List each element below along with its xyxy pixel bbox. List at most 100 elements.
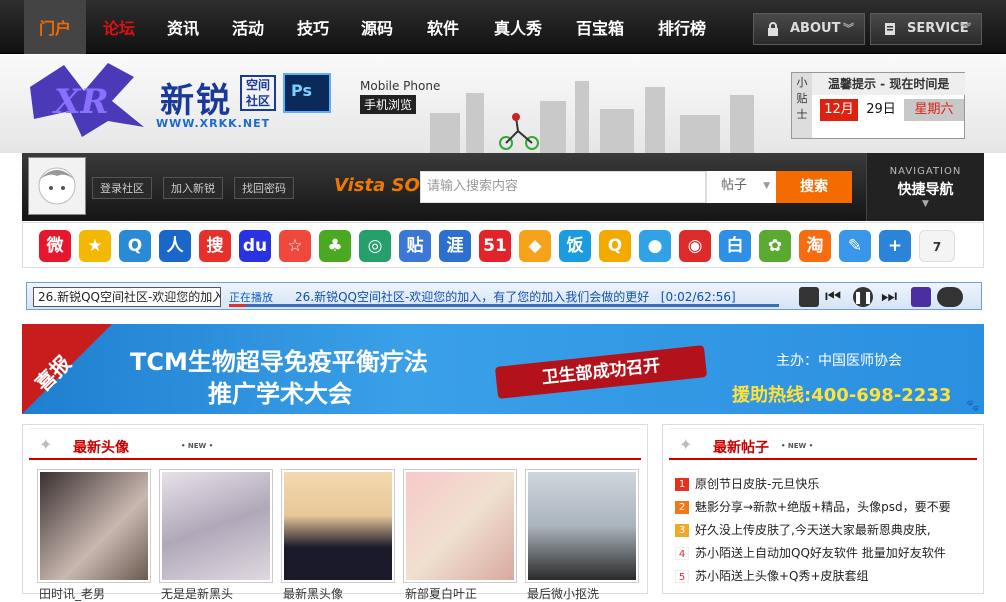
progress-bar[interactable] [229, 304, 779, 307]
baidu-icon[interactable]: du [239, 230, 271, 262]
paw-icon: 🐾 [966, 399, 980, 412]
repeat-icon[interactable] [937, 287, 963, 307]
default-avatar-icon [38, 167, 76, 205]
51-icon[interactable]: 51 [479, 230, 511, 262]
baidu-tieba-icon[interactable]: 贴 [399, 230, 431, 262]
latest-avatars-panel: ✦ 最新头像 • NEW • 田时讯_老男 无是是新黑头 最新黑头像 新部夏白叶… [22, 424, 648, 601]
mobile-phone-label: Mobile Phone [360, 79, 441, 93]
nav-item-software[interactable]: 软件 [410, 0, 476, 54]
avatar-caption[interactable]: 新部夏白叶正 [405, 585, 519, 602]
netease-circle-icon[interactable]: ◎ [359, 230, 391, 262]
nav-item-events[interactable]: 活动 [216, 0, 280, 54]
next-icon[interactable]: ⏭ [881, 287, 901, 307]
stop-icon[interactable] [799, 287, 819, 307]
nav-item-ranking[interactable]: 排行榜 [642, 0, 722, 54]
post-title[interactable]: 好久没上传皮肤了,今天送大家最新恩典皮肤, [695, 523, 931, 537]
avatar-thumb[interactable] [525, 469, 639, 583]
post-title[interactable]: 原创节日皮肤-元旦快乐 [695, 477, 819, 491]
post-title[interactable]: 魅影分享→新款+绝版+精品，头像psd，要不要 [695, 500, 951, 514]
now-playing-label: 正在播放 [229, 291, 273, 304]
netease-icon[interactable]: ◉ [679, 230, 711, 262]
pen-icon[interactable]: ✎ [839, 230, 871, 262]
tip-weekday: 星期六 [904, 99, 964, 121]
post-title[interactable]: 苏小陌送上头像+Q秀+皮肤套组 [695, 569, 869, 583]
bookmark-icon[interactable]: ◆ [519, 230, 551, 262]
sohu-weibo-icon[interactable]: 搜 [199, 230, 231, 262]
document-icon [885, 23, 895, 35]
new-badge: • NEW • [781, 442, 814, 450]
avatar-caption[interactable]: 无是是新黑头 [161, 585, 275, 602]
volume-icon[interactable] [911, 287, 931, 307]
taobao-icon[interactable]: 淘 [799, 230, 831, 262]
nav-item-toolbox[interactable]: 百宝箱 [560, 0, 640, 54]
about-button[interactable]: ABOUT ︾ [753, 13, 865, 45]
quick-nav-button[interactable]: NAVIGATION 快捷导航 ▼ [866, 153, 984, 221]
post-item[interactable]: 2 魅影分享→新款+绝版+精品，头像psd，要不要 [675, 498, 951, 515]
bai-icon[interactable]: 白 [719, 230, 751, 262]
butterfly-icon: ✦ [679, 435, 693, 454]
ya-icon[interactable]: 涯 [439, 230, 471, 262]
avatar-caption[interactable]: 田时讯_老男 [39, 585, 153, 602]
avatar-thumb[interactable] [159, 469, 273, 583]
plus-icon[interactable]: + [879, 230, 911, 262]
qzone-star-icon[interactable]: ★ [79, 230, 111, 262]
qq-penguin-icon[interactable]: ● [639, 230, 671, 262]
avatar-thumb[interactable] [37, 469, 151, 583]
banner-ribbon: 卫生部成功召开 [494, 345, 708, 399]
nav-item-source[interactable]: 源码 [346, 0, 408, 54]
login-button[interactable]: 登录社区 [92, 177, 152, 199]
banner-headline-2: 推广学术大会 [208, 380, 352, 408]
panel-header: ✦ 最新帖子 • NEW • [669, 428, 977, 460]
quick-nav-en: NAVIGATION [889, 166, 962, 177]
chevron-down-icon: ︾ [960, 22, 971, 35]
banner-host: 主办：中国医师协会 [776, 353, 902, 369]
forgot-password-button[interactable]: 找回密码 [234, 177, 294, 199]
track-name: 26.新锐QQ空间社区-欢迎您的加入，有了您的加入我们会做的更好 [295, 290, 650, 304]
search-button[interactable]: 搜索 [776, 171, 852, 203]
weibo-icon[interactable]: 微 [39, 230, 71, 262]
msn-icon[interactable]: ✿ [759, 230, 791, 262]
post-item[interactable]: 5 苏小陌送上头像+Q秀+皮肤套组 [675, 567, 869, 584]
post-item[interactable]: 1 原创节日皮肤-元旦快乐 [675, 475, 819, 492]
fan-icon[interactable]: 饭 [559, 230, 591, 262]
post-item[interactable]: 4 苏小陌送上自动加QQ好友软件 批量加好友软件 [675, 544, 946, 561]
renren-icon[interactable]: 人 [159, 230, 191, 262]
nav-item-forum[interactable]: 论坛 [88, 0, 150, 54]
join-button[interactable]: 加入新锐 [163, 177, 223, 199]
favorite-star-icon[interactable]: ☆ [279, 230, 311, 262]
search-input[interactable]: 请输入搜索内容 [420, 171, 706, 203]
lock-icon [768, 22, 778, 36]
nav-item-news[interactable]: 资讯 [152, 0, 214, 54]
more-apps-button[interactable]: 7 [919, 230, 955, 262]
photoshop-logo: Ps [283, 73, 331, 113]
kaixin-clover-icon[interactable]: ♣ [319, 230, 351, 262]
search-type-select[interactable]: 帖子 ▼ [706, 171, 776, 203]
nav-item-portal[interactable]: 门户 [24, 0, 86, 54]
avatar[interactable] [28, 157, 86, 215]
track-title: 26.新锐QQ空间社区-欢迎您的加入，有了您的加入我们会做的更好 [0:02/6… [295, 288, 736, 305]
avatar-caption[interactable]: 最后微小抠洗 [527, 585, 641, 602]
avatar-thumb[interactable] [403, 469, 517, 583]
ad-banner[interactable]: 喜报 TCM生物超导免疫平衡疗法 推广学术大会 卫生部成功召开 主办：中国医师协… [22, 324, 984, 414]
post-item[interactable]: 3 好久没上传皮肤了,今天送大家最新恩典皮肤, [675, 521, 931, 538]
logo-url[interactable]: WWW.XRKK.NET [156, 117, 270, 130]
logo-xr-emblem: XR [30, 63, 144, 137]
top-nav-bar: 门户 论坛 资讯 活动 技巧 源码 软件 真人秀 百宝箱 排行榜 ABOUT ︾… [0, 0, 1006, 54]
avatar-thumb[interactable] [281, 469, 395, 583]
mobile-browse-link[interactable]: 手机浏览 [360, 95, 417, 114]
avatar-caption[interactable]: 最新黑头像 [283, 585, 397, 602]
logo-name[interactable]: 新锐 [160, 73, 232, 122]
previous-icon[interactable]: ⏮ [825, 287, 845, 307]
nav-item-real-show[interactable]: 真人秀 [478, 0, 558, 54]
tip-title: 温馨提示 - 现在时间是 [812, 73, 965, 95]
nav-item-tips[interactable]: 技巧 [282, 0, 344, 54]
pause-icon[interactable]: ❚❚ [853, 287, 873, 307]
panel-title: 最新头像 [73, 440, 129, 456]
qq-location-icon[interactable]: Q [599, 230, 631, 262]
post-title[interactable]: 苏小陌送上自动加QQ好友软件 批量加好友软件 [695, 546, 946, 560]
rank-badge: 4 [675, 547, 689, 560]
qq-weibo-icon[interactable]: Q [119, 230, 151, 262]
progress-fill [229, 304, 246, 307]
service-button[interactable]: SERVICE ︾ [870, 13, 982, 45]
playlist-select[interactable]: 26.新锐QQ空间社区-欢迎您的加入 [33, 287, 221, 307]
